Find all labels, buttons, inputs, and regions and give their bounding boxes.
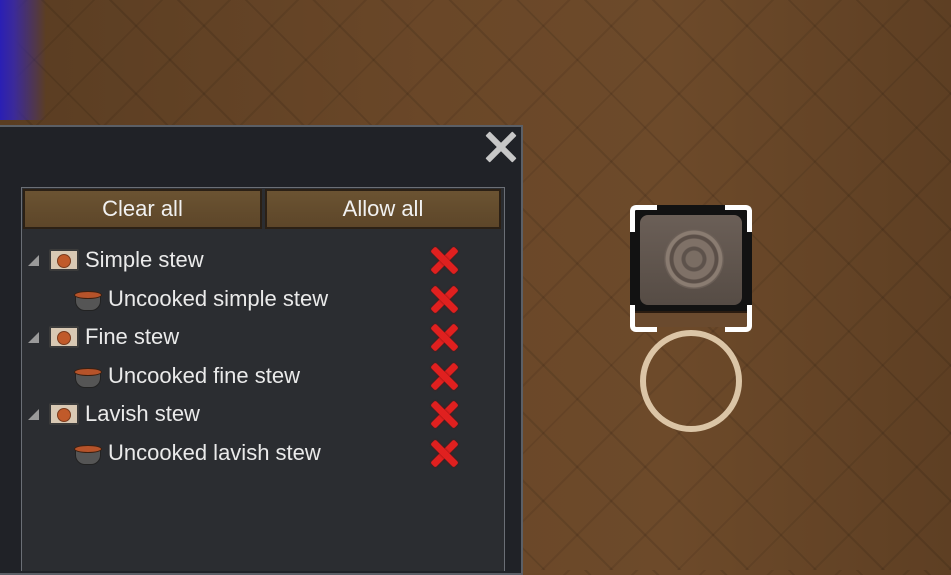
pot-icon [72,365,102,388]
item-label: Uncooked simple stew [108,286,329,311]
lavish-stew-icon [49,403,79,425]
interaction-spot-ring [640,330,742,432]
pot-icon [72,442,102,465]
allow-all-button[interactable]: Allow all [265,189,501,229]
tree-row-item: Uncooked lavish stew [22,436,502,470]
pot-icon [72,288,102,311]
stove-building[interactable] [630,205,752,345]
disallowed-x-icon[interactable] [430,400,458,428]
category-label: Lavish stew [85,401,200,426]
expand-triangle-icon[interactable] [28,254,39,266]
expand-triangle-icon[interactable] [28,408,39,420]
category-label: Simple stew [85,247,204,272]
clear-all-button[interactable]: Clear all [23,189,262,229]
disallowed-x-icon[interactable] [430,246,458,274]
tree-row-category: Lavish stew [22,397,502,431]
simple-stew-icon [49,249,79,271]
disallowed-x-icon[interactable] [430,362,458,390]
tree-row-item: Uncooked simple stew [22,282,502,316]
fine-stew-icon [49,326,79,348]
map-edge-glow [0,0,46,120]
item-label: Uncooked fine stew [108,363,300,388]
close-icon[interactable] [483,128,519,164]
selection-bracket-top-right [725,205,752,232]
expand-triangle-icon[interactable] [28,331,39,343]
disallowed-x-icon[interactable] [430,285,458,313]
item-label: Uncooked lavish stew [108,440,321,465]
tree-row-item: Uncooked fine stew [22,359,502,393]
selection-bracket-bottom-right [725,305,752,332]
selection-bracket-top-left [630,205,657,232]
tree-row-category: Simple stew [22,243,502,277]
selection-bracket-bottom-left [630,305,657,332]
burner-icon [664,229,724,289]
category-label: Fine stew [85,324,180,349]
tree-row-category: Fine stew [22,320,502,354]
disallowed-x-icon[interactable] [430,439,458,467]
disallowed-x-icon[interactable] [430,323,458,351]
